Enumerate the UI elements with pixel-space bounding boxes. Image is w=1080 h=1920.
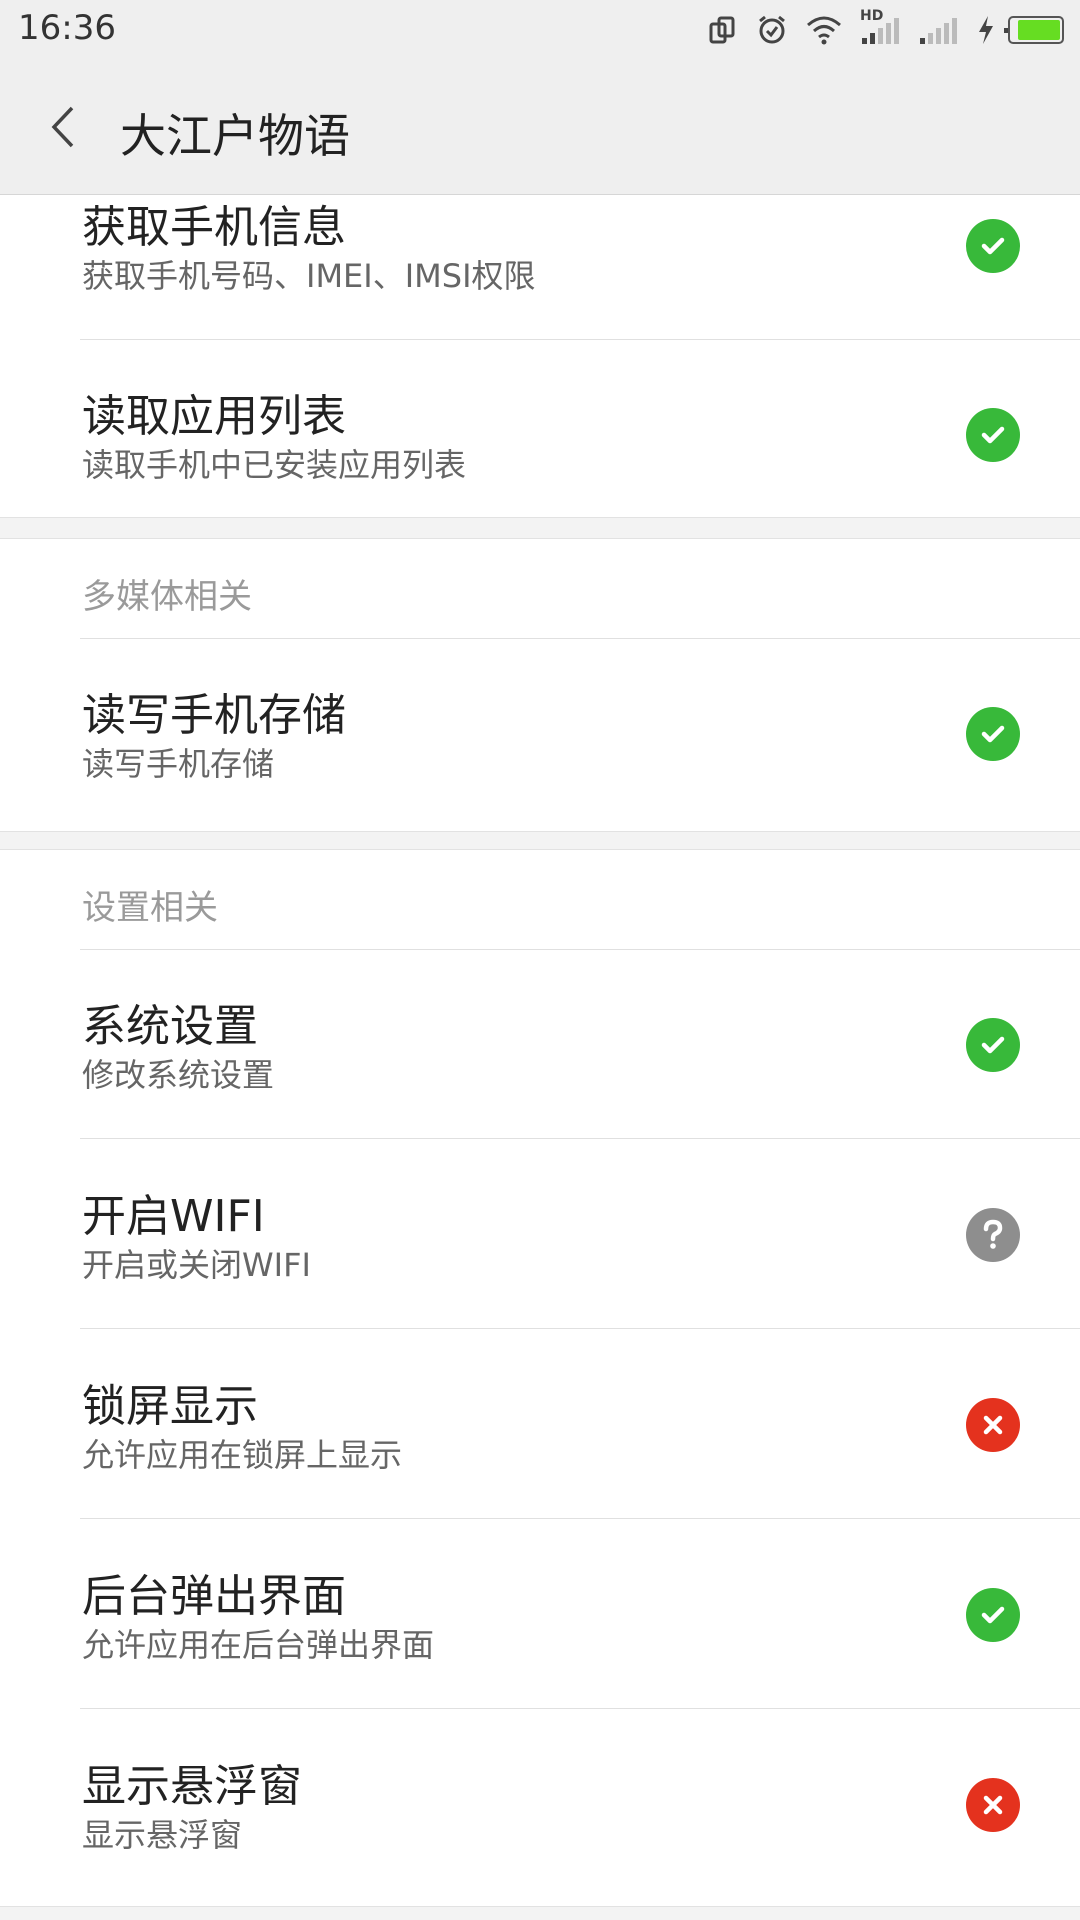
permission-title: 获取手机信息 xyxy=(82,202,346,253)
ask-status-icon[interactable] xyxy=(966,1208,1020,1262)
allowed-status-icon[interactable] xyxy=(966,408,1020,462)
permission-section-device: 获取手机信息 获取手机号码、IMEI、IMSI权限 读取应用列表 读取手机中已安… xyxy=(0,195,1080,518)
permission-row-storage[interactable]: 读写手机存储 读写手机存储 xyxy=(0,639,1080,828)
permission-row-wifi[interactable]: 开启WIFI 开启或关闭WIFI xyxy=(0,1140,1080,1329)
allowed-status-icon[interactable] xyxy=(966,1588,1020,1642)
permission-row-system-settings[interactable]: 系统设置 修改系统设置 xyxy=(0,950,1080,1139)
permission-description: 允许应用在锁屏上显示 xyxy=(82,1436,403,1474)
permission-title: 开启WIFI xyxy=(82,1191,265,1242)
permission-description: 显示悬浮窗 xyxy=(82,1816,243,1854)
permission-row-floating-window[interactable]: 显示悬浮窗 显示悬浮窗 xyxy=(0,1710,1080,1899)
permission-description: 读取手机中已安装应用列表 xyxy=(82,446,467,484)
alarm-icon xyxy=(756,14,788,46)
permission-row-app-list[interactable]: 读取应用列表 读取手机中已安装应用列表 xyxy=(0,340,1080,529)
screen-rotate-icon xyxy=(708,15,738,45)
checkmark-icon xyxy=(981,725,1005,743)
section-header: 多媒体相关 xyxy=(0,539,1080,639)
divider xyxy=(80,1328,1080,1329)
denied-status-icon[interactable] xyxy=(966,1398,1020,1452)
permission-section-multimedia: 多媒体相关 读写手机存储 读写手机存储 xyxy=(0,538,1080,832)
section-header-label: 设置相关 xyxy=(82,888,218,928)
permission-list: 获取手机信息 获取手机号码、IMEI、IMSI权限 读取应用列表 读取手机中已安… xyxy=(0,195,1080,1920)
status-time: 16:36 xyxy=(18,8,116,48)
cross-icon xyxy=(983,1415,1003,1435)
network-label: HD xyxy=(860,8,884,24)
allowed-status-icon[interactable] xyxy=(966,1018,1020,1072)
permission-row-phone-info[interactable]: 获取手机信息 获取手机号码、IMEI、IMSI权限 xyxy=(0,195,1080,340)
checkmark-icon xyxy=(981,426,1005,444)
charging-icon xyxy=(976,15,996,45)
permission-row-lock-screen[interactable]: 锁屏显示 允许应用在锁屏上显示 xyxy=(0,1330,1080,1519)
section-header-label: 多媒体相关 xyxy=(82,577,252,617)
permission-description: 修改系统设置 xyxy=(82,1056,275,1094)
section-header: 设置相关 xyxy=(0,850,1080,950)
permission-title: 显示悬浮窗 xyxy=(82,1761,302,1812)
status-icons: HD xyxy=(690,8,1066,50)
wifi-icon xyxy=(806,15,842,45)
permission-description: 读写手机存储 xyxy=(82,745,275,783)
permission-section-settings: 设置相关 系统设置 修改系统设置 开启WIFI 开启或关闭WIFI 锁屏显示 允… xyxy=(0,849,1080,1907)
checkmark-icon xyxy=(981,1606,1005,1624)
status-bar: 16:36 HD xyxy=(0,0,1080,62)
permission-title: 读写手机存储 xyxy=(82,690,346,741)
permission-title: 锁屏显示 xyxy=(82,1381,258,1432)
signal-hd-icon: HD xyxy=(860,8,900,46)
signal-icon xyxy=(918,14,958,46)
permission-description: 获取手机号码、IMEI、IMSI权限 xyxy=(82,257,536,295)
app-bar: 大江户物语 xyxy=(0,62,1080,195)
page-title: 大江户物语 xyxy=(120,109,350,163)
checkmark-icon xyxy=(981,1036,1005,1054)
permission-title: 读取应用列表 xyxy=(82,391,346,442)
allowed-status-icon[interactable] xyxy=(966,707,1020,761)
permission-title: 后台弹出界面 xyxy=(82,1571,346,1622)
cross-icon xyxy=(983,1795,1003,1815)
question-mark-icon xyxy=(983,1219,1003,1249)
permission-description: 允许应用在后台弹出界面 xyxy=(82,1626,435,1664)
permission-description: 开启或关闭WIFI xyxy=(82,1246,311,1284)
battery-icon xyxy=(1002,15,1066,45)
allowed-status-icon[interactable] xyxy=(966,219,1020,273)
back-button[interactable] xyxy=(40,102,90,152)
divider xyxy=(80,1518,1080,1519)
checkmark-icon xyxy=(981,237,1005,255)
permission-title: 系统设置 xyxy=(82,1001,258,1052)
permission-row-background-popup[interactable]: 后台弹出界面 允许应用在后台弹出界面 xyxy=(0,1520,1080,1709)
chevron-left-icon xyxy=(51,106,74,148)
divider xyxy=(80,1708,1080,1709)
denied-status-icon[interactable] xyxy=(966,1778,1020,1832)
divider xyxy=(80,1138,1080,1139)
